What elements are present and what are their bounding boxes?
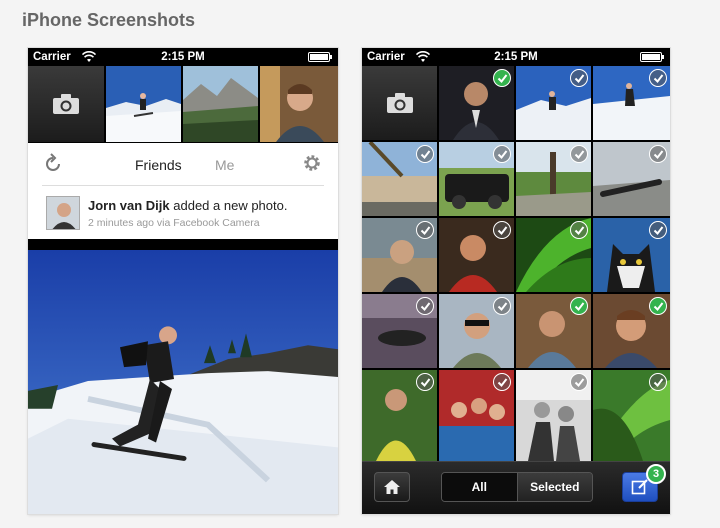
camera-button[interactable]: [362, 66, 437, 140]
grid-photo[interactable]: [362, 142, 437, 216]
grid-photo[interactable]: [516, 218, 591, 292]
photo-grid: [362, 66, 670, 461]
feed-photo-snowboarder[interactable]: [28, 250, 338, 514]
feed-item[interactable]: Jorn van Dijk added a new photo. 2 minut…: [46, 196, 330, 232]
unselected-check-icon[interactable]: [570, 373, 588, 391]
grid-photo[interactable]: [593, 218, 670, 292]
unselected-check-icon[interactable]: [570, 221, 588, 239]
status-bar: Carrier 2:15 PM: [28, 48, 338, 66]
unselected-check-icon[interactable]: [649, 373, 667, 391]
home-icon: [384, 480, 400, 494]
unselected-check-icon[interactable]: [649, 69, 667, 87]
unselected-check-icon[interactable]: [416, 145, 434, 163]
battery-icon: [308, 52, 332, 62]
compose-icon: [631, 479, 648, 495]
grid-photo[interactable]: [439, 218, 514, 292]
unselected-check-icon[interactable]: [493, 221, 511, 239]
grid-photo[interactable]: [439, 294, 514, 368]
feed-item-meta: 2 minutes ago via Facebook Camera: [88, 217, 260, 229]
grid-photo[interactable]: [439, 66, 514, 140]
grid-photo[interactable]: [439, 370, 514, 461]
gallery-toolbar: All Selected 3: [362, 461, 670, 514]
unselected-check-icon[interactable]: [570, 69, 588, 87]
iphone-gallery-screenshot: Carrier 2:15 PM All Selected 3: [362, 48, 670, 514]
grid-photo[interactable]: [516, 142, 591, 216]
gear-icon[interactable]: [301, 152, 323, 174]
grid-photo[interactable]: [516, 370, 591, 461]
feed-filter-bar: Friends Me Jorn van Dijk added a new pho…: [28, 143, 338, 239]
tab-me[interactable]: Me: [215, 157, 234, 173]
grid-photo[interactable]: [362, 218, 437, 292]
camera-icon: [386, 93, 413, 113]
unselected-check-icon[interactable]: [493, 373, 511, 391]
feed-item-author[interactable]: Jorn van Dijk: [88, 198, 170, 213]
selected-check-icon[interactable]: [570, 297, 588, 315]
grid-photo[interactable]: [593, 294, 670, 368]
recent-photo-man[interactable]: [260, 66, 338, 142]
battery-icon: [640, 52, 664, 62]
section-title: iPhone Screenshots: [22, 10, 196, 30]
unselected-check-icon[interactable]: [416, 297, 434, 315]
unselected-check-icon[interactable]: [493, 297, 511, 315]
grid-photo[interactable]: [593, 370, 670, 461]
grid-photo[interactable]: [362, 370, 437, 461]
status-time: 2:15 PM: [494, 51, 538, 63]
camera-button[interactable]: [28, 66, 104, 142]
segment-selected[interactable]: Selected: [516, 473, 592, 501]
iphone-feed-screenshot: Carrier 2:15 PM Friends Me Jorn van Dijk…: [28, 48, 338, 514]
recent-photo-valley[interactable]: [183, 66, 258, 142]
unselected-check-icon[interactable]: [570, 145, 588, 163]
feed-item-text: Jorn van Dijk added a new photo.: [88, 198, 287, 213]
unselected-check-icon[interactable]: [493, 145, 511, 163]
refresh-icon[interactable]: [42, 153, 64, 175]
camera-icon: [53, 94, 79, 114]
avatar: [46, 196, 80, 230]
selected-check-icon[interactable]: [493, 69, 511, 87]
recent-photo-snowboarder[interactable]: [106, 66, 181, 142]
unselected-check-icon[interactable]: [416, 221, 434, 239]
grid-photo[interactable]: [362, 294, 437, 368]
status-bar: Carrier 2:15 PM: [362, 48, 670, 66]
grid-photo[interactable]: [516, 66, 591, 140]
feed-item-action: added a new photo.: [169, 198, 288, 213]
selected-count-badge: 3: [646, 464, 666, 484]
unselected-check-icon[interactable]: [649, 145, 667, 163]
selected-check-icon[interactable]: [649, 297, 667, 315]
segment-all[interactable]: All: [442, 473, 517, 501]
tab-friends[interactable]: Friends: [135, 157, 182, 173]
home-button[interactable]: [374, 472, 410, 502]
grid-photo[interactable]: [439, 142, 514, 216]
filter-segmented-control: All Selected: [441, 472, 593, 502]
grid-photo[interactable]: [593, 66, 670, 140]
status-time: 2:15 PM: [161, 51, 205, 63]
grid-photo[interactable]: [593, 142, 670, 216]
grid-photo[interactable]: [516, 294, 591, 368]
filter-divider: [42, 185, 324, 186]
unselected-check-icon[interactable]: [416, 373, 434, 391]
unselected-check-icon[interactable]: [649, 221, 667, 239]
